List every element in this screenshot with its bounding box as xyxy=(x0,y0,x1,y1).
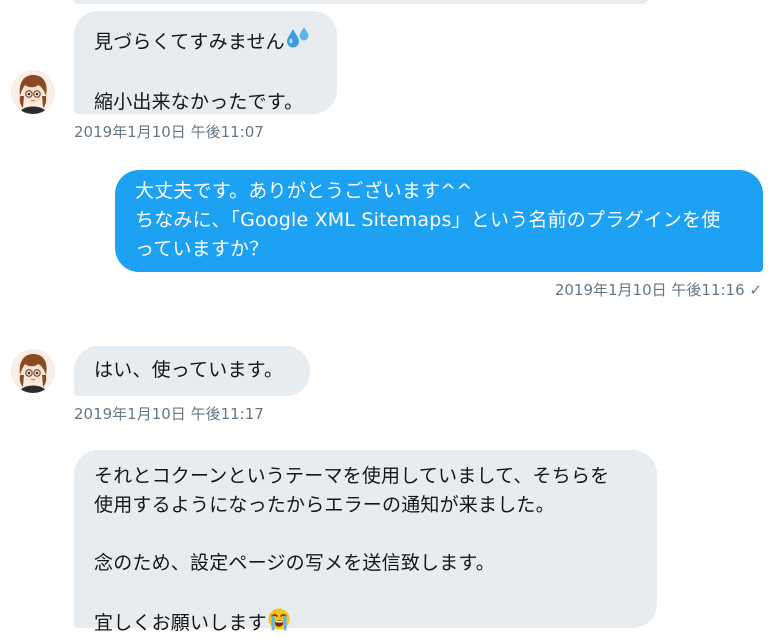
message-timestamp: 2019年1月10日 午後11:16 ✓ xyxy=(555,279,762,300)
message-line: 見づらくてすみません xyxy=(94,26,317,59)
message-bubble-incoming[interactable]: それとコクーンというテーマを使用していまして、そちらを 使用するようになったから… xyxy=(74,450,657,634)
message-timestamp: 2019年1月10日 午後11:07 xyxy=(74,123,264,141)
loudly-crying-face-icon xyxy=(267,607,291,639)
message-line: 縮小出来なかったです。 xyxy=(94,91,304,113)
sweat-droplets-icon xyxy=(285,26,311,59)
message-bubble-outgoing[interactable]: 大丈夫です。ありがとうございます^^ ちなみに、「Google XML Site… xyxy=(115,170,763,272)
timestamp-text: 2019年1月10日 午後11:16 xyxy=(554,281,745,299)
avatar[interactable] xyxy=(11,70,55,114)
message-line: ちなみに、「Google XML Sitemaps」という名前のプラグインを使 xyxy=(135,209,721,231)
message-line: はい、使っています。 xyxy=(94,359,284,381)
message-timestamp: 2019年1月10日 午後11:17 xyxy=(74,405,264,423)
conversation-thread: 見づらくてすみません 縮小出来なかったです。 2019年1月10日 午後11:0… xyxy=(0,0,768,639)
avatar[interactable] xyxy=(11,349,55,393)
message-line: 使用するようになったからエラーの通知が来ました。 xyxy=(94,494,555,516)
message-line-break xyxy=(94,59,317,88)
message-line: 念のため、設定ページの写メを送信致します。 xyxy=(94,552,495,574)
message-line: っていますか？ xyxy=(135,238,269,260)
message-line: 大丈夫です。ありがとうございます^^ xyxy=(135,180,473,202)
message-line-break xyxy=(94,520,637,549)
message-line-break xyxy=(94,578,637,607)
message-bubble-incoming[interactable]: 見づらくてすみません 縮小出来なかったです。 xyxy=(74,11,337,114)
read-checkmark-icon: ✓ xyxy=(749,281,762,299)
previous-message-edge xyxy=(74,0,648,4)
message-line: それとコクーンというテーマを使用していまして、そちらを xyxy=(94,465,610,487)
message-line: 宜しくお願いします xyxy=(94,607,637,639)
message-bubble-incoming[interactable]: はい、使っています。 xyxy=(74,346,310,396)
